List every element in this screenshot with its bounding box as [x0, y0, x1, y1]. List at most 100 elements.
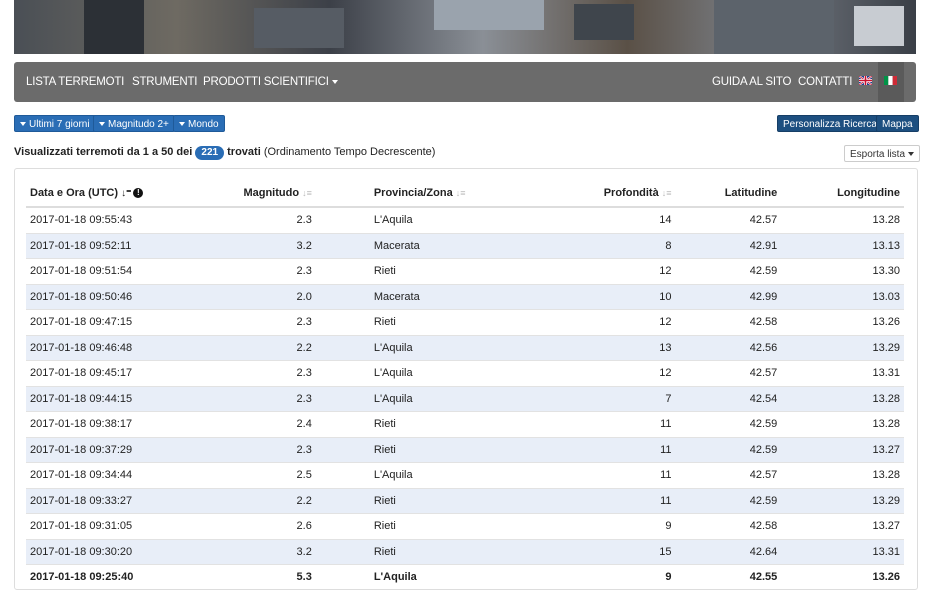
table-row[interactable]: 2017-01-18 09:38:17 2.4 Rieti 11 42.59 13.28 — [26, 411, 904, 437]
table-row[interactable]: 2017-01-18 09:33:27 2.2 Rieti 11 42.59 13.29 — [26, 487, 904, 514]
table-row[interactable]: 2017-01-18 09:55:43 2.3 L'Aquila 14 42.57 13.… — [26, 206, 904, 233]
nav-prodotti-scientifici[interactable]: PRODOTTI SCIENTIFICI — [203, 62, 338, 102]
chevron-down-icon — [20, 122, 26, 127]
cell-depth: 14 — [527, 206, 676, 233]
col-header-longitude[interactable]: Longitudine — [781, 180, 904, 208]
uk-flag-icon[interactable] — [859, 76, 872, 85]
col-header-depth[interactable]: Profondità ↓≡ — [527, 180, 676, 208]
cell-magnitude: 3.2 — [184, 232, 316, 259]
cell-zone: L'Aquila — [315, 334, 528, 361]
table-row[interactable]: 2017-01-18 09:45:17 2.3 L'Aquila 12 42.57 13.… — [26, 360, 904, 386]
cell-latitude: 42.58 — [675, 309, 782, 335]
table-row[interactable]: 2017-01-18 09:52:11 3.2 Macerata 8 42.91 13.1… — [26, 232, 904, 259]
cell-longitude: 13.28 — [781, 206, 904, 233]
cell-magnitude: 2.3 — [184, 206, 316, 233]
col-header-magnitude[interactable]: Magnitudo ↓≡ — [184, 180, 316, 208]
cell-magnitude: 2.3 — [184, 385, 316, 412]
cell-magnitude: 2.4 — [184, 411, 316, 437]
earthquake-table: Data e Ora (UTC) ↓⁼! Magnitudo ↓≡ Provinc… — [26, 180, 904, 590]
map-button[interactable]: Mappa — [876, 115, 919, 132]
filter-period-button[interactable]: Ultimi 7 giorni — [14, 115, 96, 132]
col-header-magnitude-label: Magnitudo — [243, 187, 300, 199]
col-header-zone[interactable]: Provincia/Zona ↓≡ — [315, 180, 528, 208]
cell-magnitude: 2.0 — [184, 283, 316, 310]
cell-longitude: 13.28 — [781, 411, 904, 437]
cell-zone: Macerata — [315, 283, 528, 310]
cell-datetime: 2017-01-18 09:33:27 — [26, 487, 185, 514]
cell-latitude: 42.58 — [675, 513, 782, 539]
cell-datetime: 2017-01-18 09:52:11 — [26, 232, 185, 259]
cell-datetime: 2017-01-18 09:34:44 — [26, 462, 185, 488]
cell-datetime: 2017-01-18 09:31:05 — [26, 513, 185, 539]
table-row[interactable]: 2017-01-18 09:47:15 2.3 Rieti 12 42.58 13.26 — [26, 309, 904, 335]
info-icon[interactable]: ! — [133, 188, 144, 199]
filter-magnitude-button[interactable]: Magnitudo 2+ — [93, 115, 175, 132]
table-header-row: Data e Ora (UTC) ↓⁼! Magnitudo ↓≡ Provinc… — [26, 180, 904, 208]
table-row[interactable]: 2017-01-18 09:31:05 2.6 Rieti 9 42.58 13.27 — [26, 513, 904, 539]
cell-latitude: 42.55 — [675, 564, 782, 590]
cell-magnitude: 2.2 — [184, 487, 316, 514]
table-row[interactable]: 2017-01-18 09:34:44 2.5 L'Aquila 11 42.57 13.… — [26, 462, 904, 488]
cell-zone: Rieti — [315, 258, 528, 284]
summary-found: trovati — [227, 146, 261, 158]
table-row[interactable]: 2017-01-18 09:37:29 2.3 Rieti 11 42.59 13.27 — [26, 436, 904, 463]
cell-depth: 8 — [527, 232, 676, 259]
cell-longitude: 13.28 — [781, 385, 904, 412]
cell-depth: 12 — [527, 258, 676, 284]
cell-depth: 10 — [527, 283, 676, 310]
results-count-badge: 221 — [195, 146, 225, 160]
cell-latitude: 42.59 — [675, 436, 782, 463]
col-header-latitude[interactable]: Latitudine — [675, 180, 782, 208]
cell-latitude: 42.91 — [675, 232, 782, 259]
cell-zone: Rieti — [315, 309, 528, 335]
cell-magnitude: 2.3 — [184, 360, 316, 386]
cell-depth: 9 — [527, 564, 676, 590]
customize-search-button[interactable]: Personalizza Ricerca — [777, 115, 883, 132]
cell-latitude: 42.57 — [675, 206, 782, 233]
table-row[interactable]: 2017-01-18 09:51:54 2.3 Rieti 12 42.59 13.30 — [26, 258, 904, 284]
nav-contatti[interactable]: CONTATTI — [798, 62, 852, 102]
cell-depth: 9 — [527, 513, 676, 539]
nav-guida-al-sito[interactable]: GUIDA AL SITO — [712, 62, 791, 102]
nav-strumenti[interactable]: STRUMENTI — [132, 62, 197, 102]
cell-zone: Rieti — [315, 513, 528, 539]
cell-latitude: 42.99 — [675, 283, 782, 310]
cell-longitude: 13.28 — [781, 462, 904, 488]
col-header-datetime-label: Data e Ora (UTC) — [30, 187, 119, 199]
table-row[interactable]: 2017-01-18 09:25:40 5.3 L'Aquila 9 42.55 13.2… — [26, 564, 904, 590]
export-list-button[interactable]: Esporta lista — [844, 145, 921, 162]
cell-latitude: 42.59 — [675, 411, 782, 437]
cell-latitude: 42.59 — [675, 258, 782, 284]
header-banner-photo — [14, 0, 916, 54]
cell-magnitude: 3.2 — [184, 538, 316, 565]
col-header-datetime[interactable]: Data e Ora (UTC) ↓⁼! — [26, 180, 185, 208]
table-row[interactable]: 2017-01-18 09:30:20 3.2 Rieti 15 42.64 13.31 — [26, 538, 904, 565]
cell-depth: 11 — [527, 436, 676, 463]
col-header-depth-label: Profondità — [603, 187, 659, 199]
cell-magnitude: 5.3 — [184, 564, 316, 590]
filter-area-button[interactable]: Mondo — [173, 115, 225, 132]
cell-magnitude: 2.3 — [184, 258, 316, 284]
chevron-down-icon — [908, 152, 915, 157]
col-header-zone-label: Provincia/Zona — [373, 187, 453, 199]
cell-zone: Rieti — [315, 411, 528, 437]
cell-zone: L'Aquila — [315, 564, 528, 590]
table-row[interactable]: 2017-01-18 09:44:15 2.3 L'Aquila 7 42.54 13.2… — [26, 385, 904, 412]
nav-lista-terremoti[interactable]: LISTA TERREMOTI — [26, 62, 124, 102]
cell-depth: 12 — [527, 360, 676, 386]
table-row[interactable]: 2017-01-18 09:46:48 2.2 L'Aquila 13 42.56 13.… — [26, 334, 904, 361]
cell-magnitude: 2.3 — [184, 309, 316, 335]
export-list-label: Esporta lista — [850, 149, 906, 160]
filter-area-label: Mondo — [188, 119, 219, 130]
italy-flag-icon[interactable] — [884, 76, 897, 85]
cell-longitude: 13.27 — [781, 436, 904, 463]
nav-prodotti-label: PRODOTTI SCIENTIFICI — [203, 76, 329, 88]
cell-latitude: 42.57 — [675, 462, 782, 488]
chevron-down-icon — [99, 122, 105, 127]
table-row[interactable]: 2017-01-18 09:50:46 2.0 Macerata 10 42.99 13.… — [26, 283, 904, 310]
cell-zone: Rieti — [315, 487, 528, 514]
cell-latitude: 42.56 — [675, 334, 782, 361]
cell-longitude: 13.13 — [781, 232, 904, 259]
cell-longitude: 13.29 — [781, 487, 904, 514]
cell-longitude: 13.03 — [781, 283, 904, 310]
